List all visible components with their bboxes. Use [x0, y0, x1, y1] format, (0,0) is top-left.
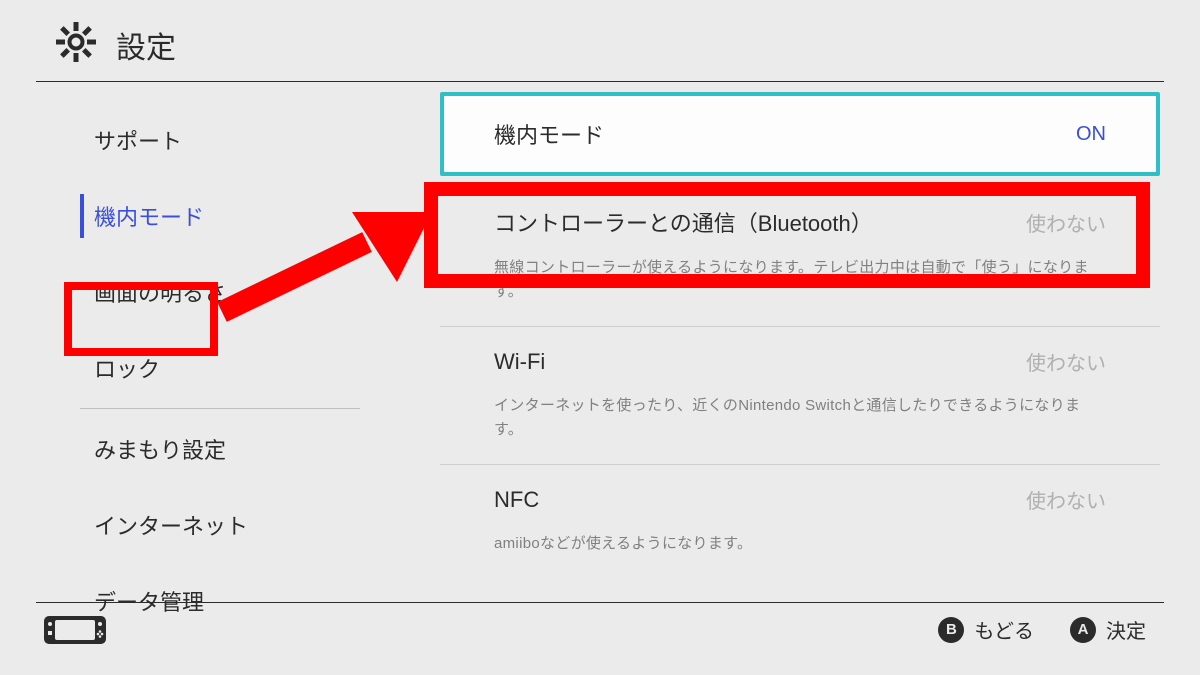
footer-hint-back[interactable]: B もどる: [938, 615, 1034, 644]
settings-gear-icon: [56, 22, 96, 67]
sidebar-item-label: みまもり設定: [94, 438, 226, 463]
sidebar-item-lock[interactable]: ロック: [0, 330, 400, 406]
sidebar-item-data-management[interactable]: データ管理: [0, 563, 400, 639]
main-panel: 機内モード ON コントローラーとの通信（Bluetooth） 使わない 無線コ…: [400, 82, 1200, 602]
sidebar-item-label: インターネット: [94, 514, 248, 539]
setting-row-wifi[interactable]: Wi-Fi 使わない インターネットを使ったり、近くのNintendo Swit…: [440, 327, 1160, 465]
setting-label: NFC: [494, 487, 539, 513]
setting-description: amiiboなどが使えるようになります。: [494, 532, 1106, 556]
header: 設定: [0, 0, 1200, 81]
setting-row-bluetooth[interactable]: コントローラーとの通信（Bluetooth） 使わない 無線コントローラーが使え…: [440, 186, 1160, 327]
sidebar-item-label: データ管理: [94, 590, 204, 615]
content: サポート 機内モード 画面の明るさ ロック みまもり設定 インターネット データ…: [0, 82, 1200, 602]
sidebar: サポート 機内モード 画面の明るさ ロック みまもり設定 インターネット データ…: [0, 82, 400, 602]
setting-description: インターネットを使ったり、近くのNintendo Switchと通信したりできる…: [494, 394, 1106, 442]
b-button-icon: B: [938, 617, 964, 643]
sidebar-item-internet[interactable]: インターネット: [0, 487, 400, 563]
sidebar-divider: [80, 408, 360, 409]
sidebar-item-label: 画面の明るさ: [94, 281, 226, 306]
footer-hint-ok[interactable]: A 決定: [1070, 615, 1146, 644]
sidebar-item-label: サポート: [94, 129, 182, 154]
sidebar-item-label: 機内モード: [94, 205, 204, 230]
a-button-icon: A: [1070, 617, 1096, 643]
sidebar-item-brightness[interactable]: 画面の明るさ: [0, 254, 400, 330]
sidebar-item-airplane-mode[interactable]: 機内モード: [0, 178, 400, 254]
setting-value: 使わない: [1026, 347, 1106, 376]
setting-value: ON: [1076, 123, 1106, 146]
sidebar-item-label: ロック: [94, 357, 160, 382]
page-title: 設定: [116, 23, 176, 67]
setting-value: 使わない: [1026, 485, 1106, 514]
setting-value: 使わない: [1026, 208, 1106, 237]
setting-row-nfc[interactable]: NFC 使わない amiiboなどが使えるようになります。: [440, 465, 1160, 578]
sidebar-item-parental[interactable]: みまもり設定: [0, 411, 400, 487]
footer-hint-label: 決定: [1106, 615, 1146, 644]
setting-row-airplane-mode[interactable]: 機内モード ON: [440, 92, 1160, 176]
sidebar-item-support[interactable]: サポート: [0, 102, 400, 178]
setting-description: 無線コントローラーが使えるようになります。テレビ出力中は自動で「使う」になります…: [494, 256, 1106, 304]
setting-label: 機内モード: [494, 118, 604, 150]
setting-label: コントローラーとの通信（Bluetooth）: [494, 206, 873, 238]
setting-label: Wi-Fi: [494, 349, 545, 375]
footer-hint-label: もどる: [974, 615, 1034, 644]
